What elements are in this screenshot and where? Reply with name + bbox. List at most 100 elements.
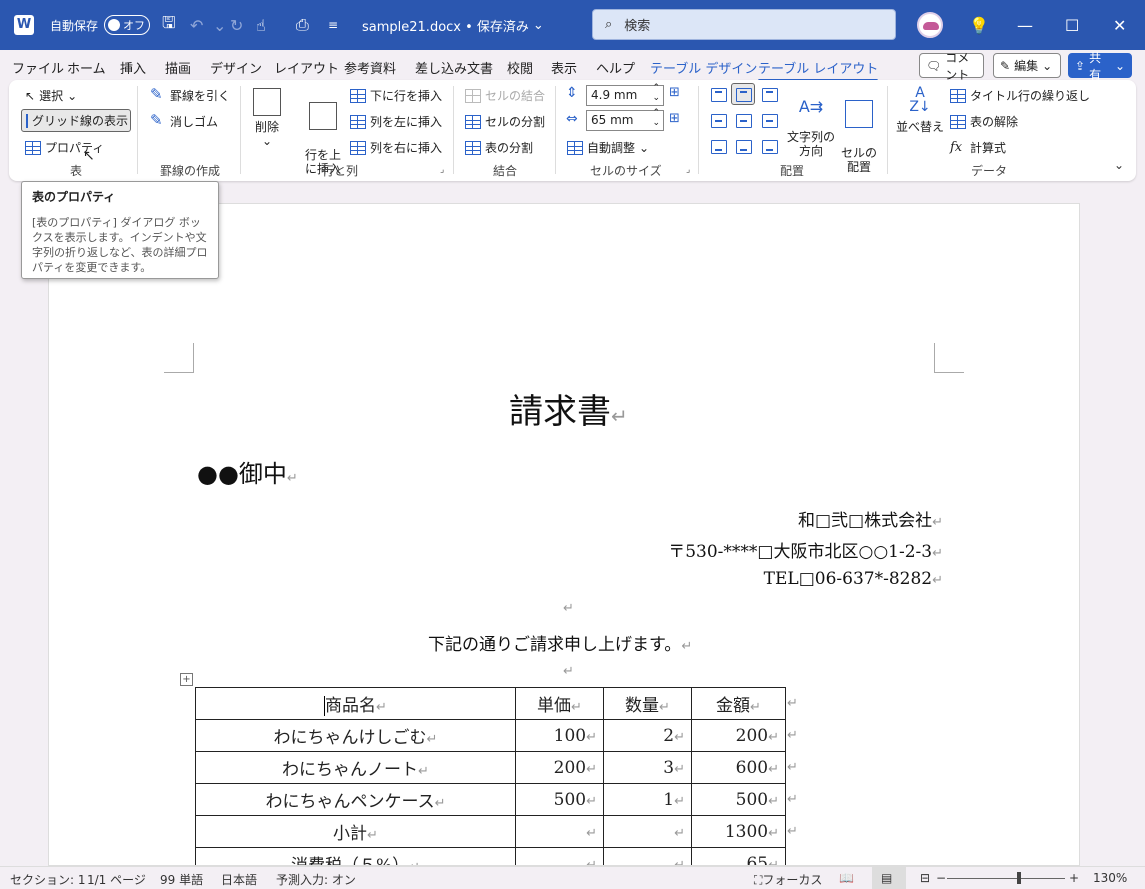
insert-below-button[interactable]: 下に行を挿入 — [350, 87, 442, 104]
undo-icon[interactable]: ↶ — [190, 0, 203, 50]
view-gridlines-button[interactable]: グリッド線の表示 — [21, 109, 131, 132]
print-layout-icon[interactable]: ▤ — [881, 871, 892, 885]
focus-button[interactable]: ⛶フォーカス — [754, 871, 822, 888]
document-title[interactable]: sample21.docx • 保存済み ⌄ — [362, 0, 544, 50]
split-cells-button[interactable]: セルの分割 — [465, 113, 545, 130]
column-width-input[interactable]: 65 mm — [586, 108, 664, 131]
insert-right-button[interactable]: 列を右に挿入 — [350, 139, 442, 156]
align-top-left-icon[interactable] — [711, 88, 727, 102]
tab-view[interactable]: 表示 — [551, 58, 577, 77]
align-top-right-icon[interactable] — [762, 88, 778, 102]
align-center-right-icon[interactable] — [762, 114, 778, 128]
customize-qat-icon[interactable]: ≡ — [328, 0, 338, 50]
table-cell[interactable]: 3↵ — [603, 751, 692, 784]
tab-layout[interactable]: レイアウト — [274, 58, 339, 77]
zoom-level[interactable]: 130% — [1093, 871, 1127, 885]
align-center-left-icon[interactable] — [711, 114, 727, 128]
zoom-slider-thumb[interactable] — [1017, 872, 1021, 884]
redo-icon[interactable]: ↻ — [230, 0, 243, 50]
distribute-columns-icon[interactable]: ⊞ — [669, 111, 680, 126]
tab-table-layout[interactable]: テーブル レイアウト — [758, 58, 879, 82]
status-words[interactable]: 99 単語 — [160, 871, 203, 888]
zoom-out-icon[interactable]: − — [936, 871, 946, 885]
intro-line[interactable]: 下記の通りご請求申し上げます。↵ — [428, 630, 692, 655]
convert-to-text-button[interactable]: 表の解除 — [950, 113, 1018, 130]
dialog-launcher-icon[interactable]: ⌟ — [440, 165, 444, 175]
table-header-cell[interactable]: 数量↵ — [603, 687, 692, 720]
tab-mailings[interactable]: 差し込み文書 — [415, 58, 493, 77]
tab-draw[interactable]: 描画 — [165, 58, 191, 77]
table-header-cell[interactable]: 単価↵ — [515, 687, 604, 720]
delete-button[interactable]: 削除 ⌄ — [249, 88, 285, 148]
table-cell[interactable]: ↵ — [603, 815, 692, 848]
table-move-handle-icon[interactable]: + — [180, 673, 193, 686]
table-cell[interactable]: 500↵ — [515, 783, 604, 816]
read-mode-icon[interactable]: 📖 — [839, 871, 854, 885]
sort-button[interactable]: A Z↓ 並べ替え — [895, 86, 945, 134]
dialog-launcher-icon[interactable]: ⌟ — [686, 165, 690, 175]
table-cell[interactable]: 65↵ — [691, 847, 786, 865]
align-top-center-icon[interactable] — [736, 88, 752, 102]
table-cell[interactable]: ↵ — [515, 815, 604, 848]
row-height-input[interactable]: 4.9 mm — [586, 83, 664, 106]
tab-home[interactable]: ホーム — [67, 58, 106, 77]
align-center-icon[interactable] — [736, 114, 752, 128]
eraser-button[interactable]: 消しゴム — [150, 111, 218, 130]
table-cell[interactable]: ↵ — [603, 847, 692, 865]
recipient-line[interactable]: ●●御中↵ — [197, 454, 298, 489]
print-preview-icon[interactable]: ⎙ — [296, 0, 309, 50]
table-cell[interactable]: わにちゃんペンケース↵ — [195, 783, 516, 816]
tab-design[interactable]: デザイン — [210, 58, 262, 77]
tab-review[interactable]: 校閲 — [507, 58, 533, 77]
document-page[interactable]: 請求書↵ ●●御中↵ 和□弐□株式会社↵ 〒530-****□大阪市北区○○1-… — [48, 203, 1080, 866]
document-heading[interactable]: 請求書↵ — [509, 384, 628, 433]
distribute-rows-icon[interactable]: ⊞ — [669, 85, 680, 100]
empty-paragraph[interactable]: ↵ — [563, 601, 574, 616]
table-cell[interactable]: 100↵ — [515, 719, 604, 752]
text-direction-button[interactable]: A⇉ 文字列の 方向 — [785, 86, 837, 159]
table-header-cell[interactable]: 金額↵ — [691, 687, 786, 720]
touch-mode-icon[interactable]: ☝ — [256, 0, 266, 50]
tab-table-design[interactable]: テーブル デザイン — [650, 58, 757, 77]
tel-line[interactable]: TEL□06-637*-8282↵ — [764, 569, 943, 589]
status-predict[interactable]: 予測入力: オン — [276, 871, 356, 888]
zoom-slider[interactable] — [947, 878, 1065, 879]
autofit-button[interactable]: 自動調整 ⌄ — [567, 139, 649, 156]
select-button[interactable]: ↖ 選択 ⌄ — [25, 87, 77, 104]
table-cell[interactable]: 500↵ — [691, 783, 786, 816]
tab-references[interactable]: 参考資料 — [344, 58, 396, 77]
minimize-icon[interactable]: — — [1017, 0, 1033, 50]
search-box[interactable]: ⌕ 検索 — [592, 9, 896, 40]
formula-button[interactable]: fx 計算式 — [950, 139, 1006, 156]
table-header-cell[interactable]: 商品名↵ — [195, 687, 516, 720]
align-bottom-center-icon[interactable] — [736, 140, 752, 154]
collapse-ribbon-icon[interactable]: ⌄ — [1114, 158, 1124, 172]
table-cell[interactable]: 1300↵ — [691, 815, 786, 848]
insert-left-button[interactable]: 列を左に挿入 — [350, 113, 442, 130]
table-cell[interactable]: 600↵ — [691, 751, 786, 784]
table-cell[interactable]: 小計↵ — [195, 815, 516, 848]
status-page[interactable]: 1/1 ページ — [87, 871, 146, 888]
tab-file[interactable]: ファイル — [12, 58, 64, 77]
close-icon[interactable]: ✕ — [1113, 0, 1126, 50]
align-bottom-right-icon[interactable] — [762, 140, 778, 154]
table-cell[interactable]: 消費税（５%）↵ — [195, 847, 516, 865]
save-icon[interactable]: 🖫 — [162, 0, 176, 50]
table-cell[interactable]: ↵ — [515, 847, 604, 865]
edit-mode-button[interactable]: ✎ 編集 ⌄ — [993, 53, 1061, 78]
share-button[interactable]: ⇪ 共有 ⌄ — [1068, 51, 1132, 82]
undo-dropdown-icon[interactable]: ⌄ — [213, 0, 226, 50]
empty-paragraph[interactable]: ↵ — [563, 664, 574, 679]
invoice-table[interactable]: 商品名↵ 単価↵ 数量↵ 金額↵ わにちゃんけしごむ↵ 100↵ 2↵ 200↵… — [195, 687, 786, 865]
draw-table-button[interactable]: 罫線を引く — [150, 85, 230, 104]
address-line[interactable]: 〒530-****□大阪市北区○○1-2-3↵ — [668, 537, 943, 562]
repeat-header-rows-button[interactable]: タイトル行の繰り返し — [950, 87, 1090, 104]
table-cell[interactable]: 1↵ — [603, 783, 692, 816]
merge-cells-button[interactable]: セルの結合 — [465, 87, 545, 104]
table-cell[interactable]: 200↵ — [515, 751, 604, 784]
table-cell[interactable]: 200↵ — [691, 719, 786, 752]
zoom-in-icon[interactable]: + — [1069, 871, 1079, 885]
align-bottom-left-icon[interactable] — [711, 140, 727, 154]
company-line[interactable]: 和□弐□株式会社↵ — [798, 506, 943, 531]
table-cell[interactable]: わにちゃんノート↵ — [195, 751, 516, 784]
